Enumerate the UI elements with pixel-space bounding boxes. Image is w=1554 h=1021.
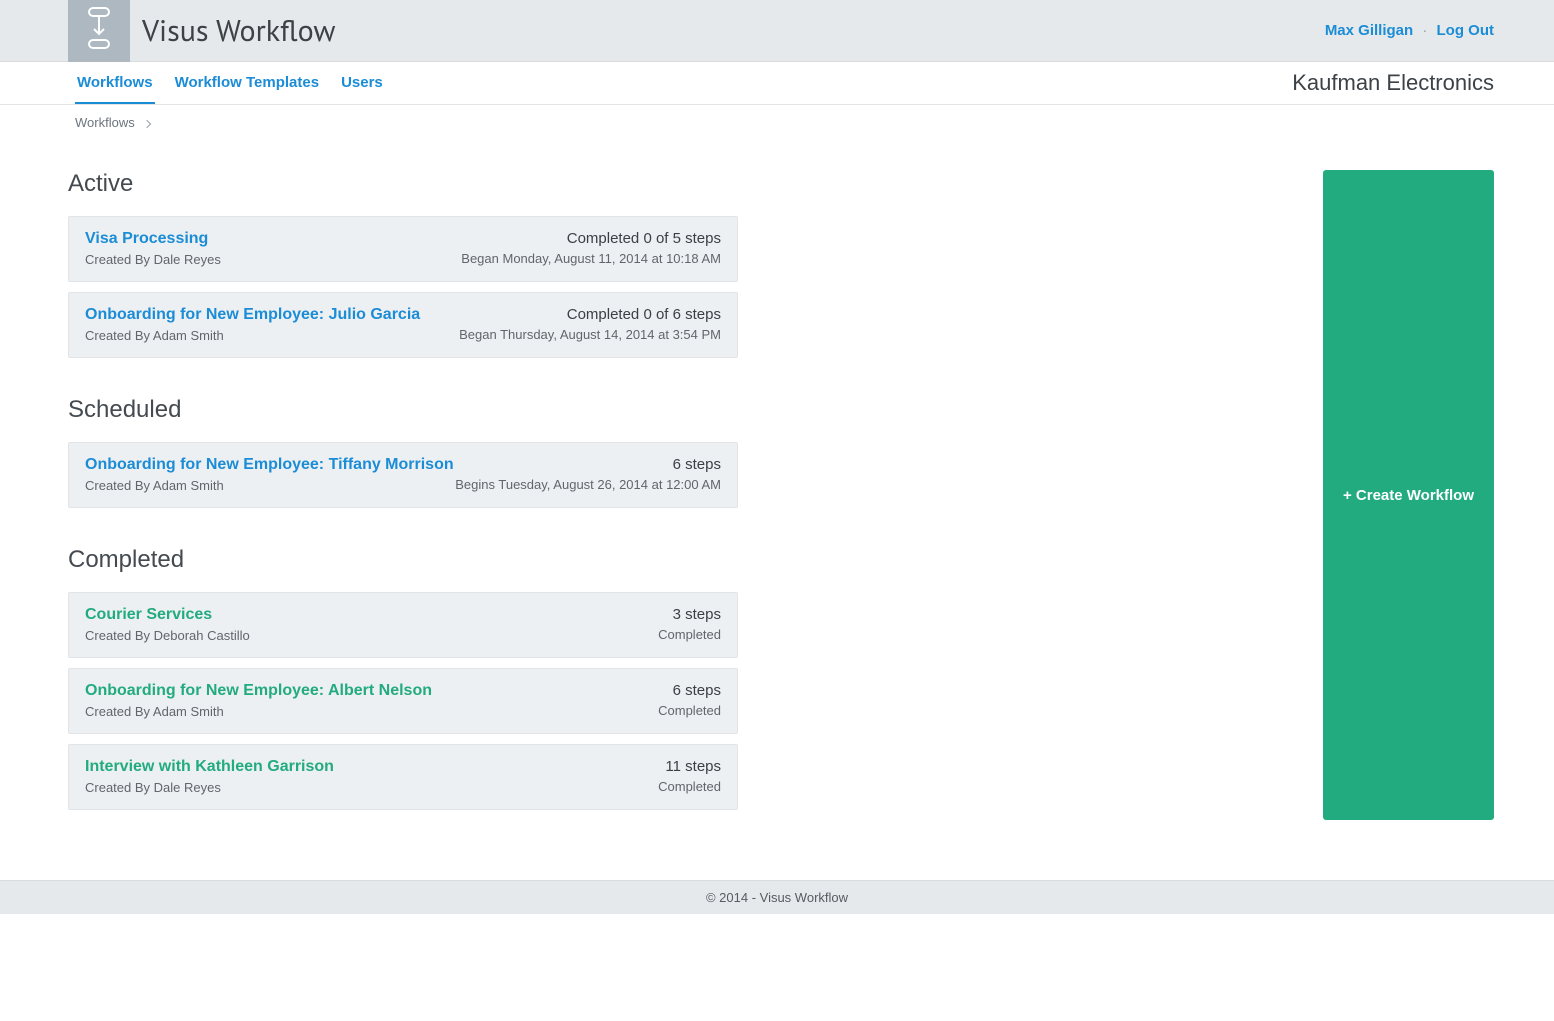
workflow-icon — [82, 6, 116, 55]
workflow-card[interactable]: Interview with Kathleen Garrison Created… — [68, 744, 738, 810]
top-header: Visus Workflow Max Gilligan · Log Out — [0, 0, 1554, 62]
logout-link[interactable]: Log Out — [1437, 22, 1494, 39]
workflow-card[interactable]: Onboarding for New Employee: Albert Nels… — [68, 668, 738, 734]
workflow-status: Completed — [658, 779, 721, 794]
workflow-timing: Began Monday, August 11, 2014 at 10:18 A… — [461, 251, 721, 266]
current-user-link[interactable]: Max Gilligan — [1325, 22, 1413, 39]
main-nav: Workflows Workflow Templates Users Kaufm… — [0, 62, 1554, 105]
workflow-progress: Completed 0 of 6 steps — [459, 306, 721, 323]
workflow-status: Completed — [658, 627, 721, 642]
workflow-status: Completed — [658, 703, 721, 718]
organization-name: Kaufman Electronics — [1292, 70, 1494, 96]
workflow-progress: Completed 0 of 5 steps — [461, 230, 721, 247]
workflow-created-by: Created By Dale Reyes — [85, 252, 461, 267]
section-scheduled: Scheduled Onboarding for New Employee: T… — [68, 396, 738, 508]
workflow-timing: Began Thursday, August 14, 2014 at 3:54 … — [459, 327, 721, 342]
footer-text: © 2014 - Visus Workflow — [706, 890, 848, 905]
chevron-right-icon — [143, 119, 151, 127]
app-title: Visus Workflow — [142, 11, 335, 50]
tab-workflow-templates[interactable]: Workflow Templates — [173, 62, 321, 104]
workflow-title-link[interactable]: Onboarding for New Employee: Tiffany Mor… — [85, 456, 454, 473]
section-title-completed: Completed — [68, 546, 738, 574]
workflow-steps: 6 steps — [658, 682, 721, 699]
workflow-created-by: Created By Adam Smith — [85, 478, 455, 493]
page-footer: © 2014 - Visus Workflow — [0, 880, 1554, 914]
workflow-title-link[interactable]: Onboarding for New Employee: Julio Garci… — [85, 306, 420, 323]
workflow-title-link[interactable]: Visa Processing — [85, 230, 208, 247]
tab-workflows[interactable]: Workflows — [75, 62, 155, 104]
section-active: Active Visa Processing Created By Dale R… — [68, 170, 738, 358]
workflow-title-link[interactable]: Courier Services — [85, 606, 212, 623]
section-completed: Completed Courier Services Created By De… — [68, 546, 738, 810]
workflow-card[interactable]: Courier Services Created By Deborah Cast… — [68, 592, 738, 658]
workflow-created-by: Created By Adam Smith — [85, 328, 459, 343]
workflow-created-by: Created By Adam Smith — [85, 704, 658, 719]
workflow-steps: 6 steps — [455, 456, 721, 473]
header-user-area: Max Gilligan · Log Out — [1325, 22, 1494, 39]
breadcrumb-item[interactable]: Workflows — [75, 115, 135, 130]
workflow-created-by: Created By Deborah Castillo — [85, 628, 658, 643]
workflow-card[interactable]: Onboarding for New Employee: Tiffany Mor… — [68, 442, 738, 508]
workflow-card[interactable]: Visa Processing Created By Dale Reyes Co… — [68, 216, 738, 282]
workflow-steps: 3 steps — [658, 606, 721, 623]
workflow-title-link[interactable]: Interview with Kathleen Garrison — [85, 758, 334, 775]
section-title-active: Active — [68, 170, 738, 198]
workflow-card[interactable]: Onboarding for New Employee: Julio Garci… — [68, 292, 738, 358]
workflow-title-link[interactable]: Onboarding for New Employee: Albert Nels… — [85, 682, 432, 699]
workflow-steps: 11 steps — [658, 758, 721, 775]
workflow-timing: Begins Tuesday, August 26, 2014 at 12:00… — [455, 477, 721, 492]
app-logo[interactable] — [68, 0, 130, 62]
workflow-created-by: Created By Dale Reyes — [85, 780, 658, 795]
section-title-scheduled: Scheduled — [68, 396, 738, 424]
header-separator: · — [1417, 22, 1432, 39]
create-workflow-button[interactable]: + Create Workflow — [1323, 170, 1494, 820]
tab-users[interactable]: Users — [339, 62, 385, 104]
breadcrumb: Workflows — [0, 105, 1554, 130]
